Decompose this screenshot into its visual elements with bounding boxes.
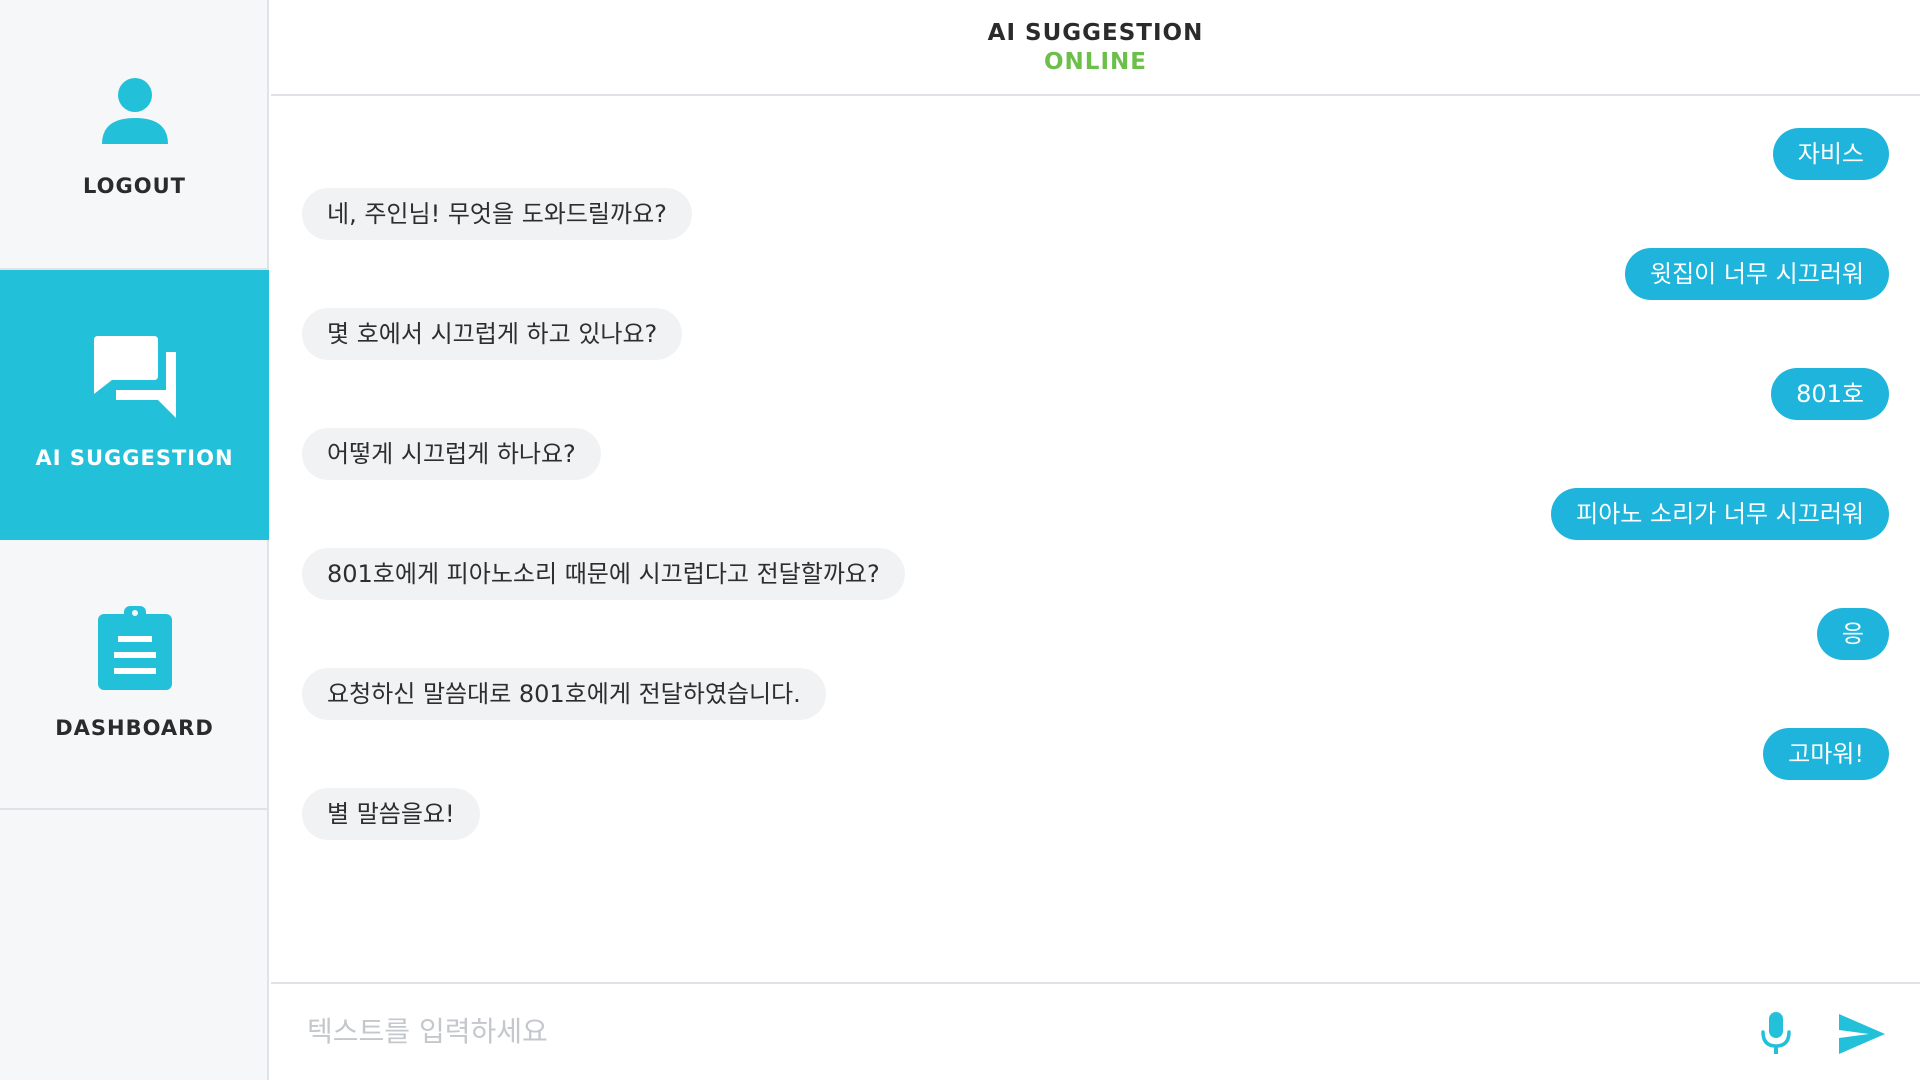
sidebar-item-logout[interactable]: LOGOUT <box>0 0 269 270</box>
message-input-bar <box>271 982 1920 1080</box>
ai-message: 네, 주인님! 무엇을 도와드릴까요? <box>302 188 692 240</box>
sidebar-item-label: AI SUGGESTION <box>35 446 234 470</box>
chat-header: AI SUGGESTION ONLINE <box>271 0 1920 96</box>
ai-message: 801호에게 피아노소리 때문에 시끄럽다고 전달할까요? <box>302 548 905 600</box>
ai-message: 어떻게 시끄럽게 하나요? <box>302 428 601 480</box>
message-input[interactable] <box>307 1006 1687 1056</box>
user-message: 고마워! <box>1763 728 1889 780</box>
ai-message: 별 말씀을요! <box>302 788 480 840</box>
sidebar: LOGOUT AI SUGGESTION DASHBOARD <box>0 0 269 1080</box>
sidebar-item-label: DASHBOARD <box>55 716 214 740</box>
sidebar-item-ai-suggestion[interactable]: AI SUGGESTION <box>0 270 269 540</box>
chat-area: 자비스 네, 주인님! 무엇을 도와드릴까요? 윗집이 너무 시끄러워 몇 호에… <box>271 96 1920 982</box>
user-message: 윗집이 너무 시끄러워 <box>1625 248 1889 300</box>
sidebar-item-dashboard[interactable]: DASHBOARD <box>0 540 269 810</box>
app: LOGOUT AI SUGGESTION DASHBOARD AI SUGGES… <box>0 0 1920 1080</box>
page-title: AI SUGGESTION <box>987 20 1204 46</box>
user-message: 응 <box>1816 608 1889 660</box>
user-message: 801호 <box>1771 368 1889 420</box>
sidebar-item-label: LOGOUT <box>83 174 186 198</box>
user-message: 자비스 <box>1772 128 1889 180</box>
microphone-icon[interactable] <box>1761 1012 1791 1056</box>
status-badge: ONLINE <box>1044 49 1147 75</box>
user-message: 피아노 소리가 너무 시끄러워 <box>1551 488 1889 540</box>
chat-bubbles-icon <box>93 336 176 418</box>
clipboard-icon <box>97 606 172 690</box>
ai-message: 요청하신 말씀대로 801호에게 전달하였습니다. <box>302 668 826 720</box>
user-icon <box>101 78 168 144</box>
ai-message: 몇 호에서 시끄럽게 하고 있나요? <box>302 308 683 360</box>
send-icon[interactable] <box>1839 1014 1885 1054</box>
